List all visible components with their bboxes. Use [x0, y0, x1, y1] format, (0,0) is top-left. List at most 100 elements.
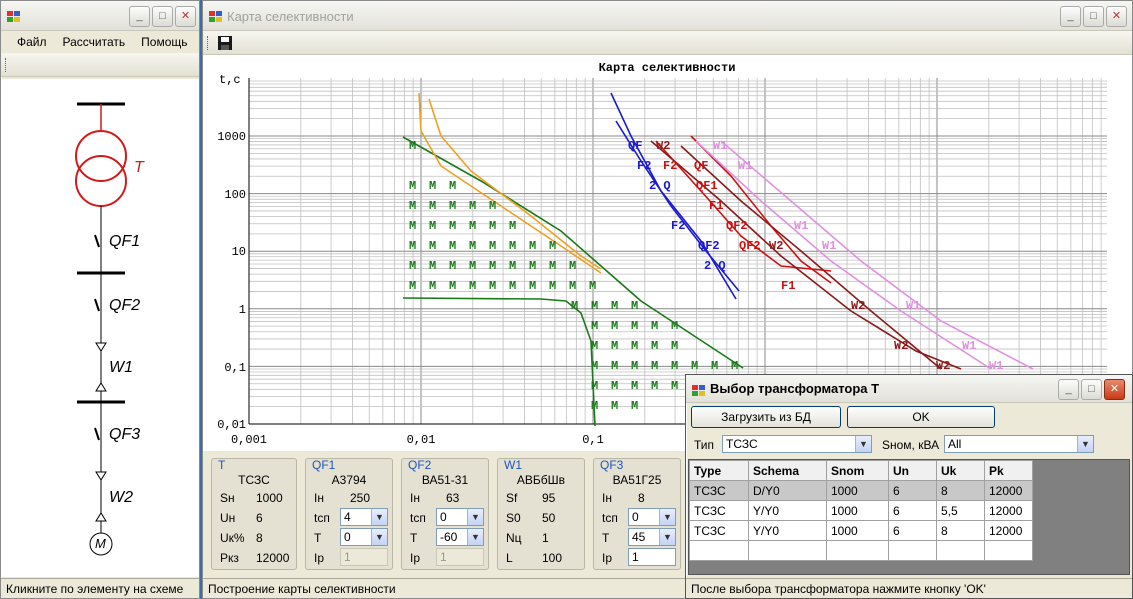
cell-un[interactable]: 6: [888, 520, 937, 541]
curve-label-m: M: [489, 239, 496, 253]
cell-un[interactable]: 6: [888, 500, 937, 521]
cell-pk[interactable]: 12000: [984, 520, 1033, 541]
panel-t[interactable]: T ТСЗС Sн 1000 Uн 6 Uк% 8 Pкз 12000: [211, 458, 297, 570]
cell-empty[interactable]: [826, 540, 889, 561]
save-icon[interactable]: [217, 35, 233, 51]
col-header-type[interactable]: Type: [689, 460, 749, 481]
curve-label-m: M: [409, 259, 416, 273]
close-button[interactable]: ✕: [1104, 379, 1125, 400]
panel-qf1[interactable]: QF1 А3794 Iн 250 tсп 4 ▼ T 0 ▼ Iр 1: [305, 458, 393, 570]
cell-schema[interactable]: Y/Y0: [748, 500, 827, 521]
table-row[interactable]: ТСЗС Y/Y0 1000 6 8 12000: [689, 520, 1033, 541]
table-row[interactable]: ТСЗС Y/Y0 1000 6 5,5 12000: [689, 500, 1033, 521]
w1-nc-label: Nц: [506, 531, 522, 545]
cell-un[interactable]: 6: [888, 480, 937, 501]
curve-label-m: M: [429, 279, 436, 293]
breaker-qf1-symbol[interactable]: [94, 234, 100, 248]
cell-pk[interactable]: 12000: [984, 480, 1033, 501]
dropdown-arrow-icon[interactable]: ▼: [371, 529, 387, 545]
panel-qf3[interactable]: QF3 ВА51Г25 Iн 8 tсп 0 ▼ T 45 ▼ Iр 1: [593, 458, 681, 570]
dropdown-arrow-icon[interactable]: ▼: [855, 436, 871, 452]
type-select[interactable]: ТСЗС ▼: [722, 435, 872, 453]
cell-empty[interactable]: [689, 540, 749, 561]
dropdown-arrow-icon[interactable]: ▼: [467, 529, 483, 545]
maximize-button[interactable]: □: [1083, 6, 1104, 27]
col-header-uk[interactable]: Uk: [936, 460, 985, 481]
dropdown-arrow-icon[interactable]: ▼: [659, 529, 675, 545]
toolbar-grip[interactable]: [207, 36, 210, 50]
cell-type[interactable]: ТСЗС: [689, 500, 749, 521]
col-header-un[interactable]: Un: [888, 460, 937, 481]
maximize-button[interactable]: □: [1081, 379, 1102, 400]
close-button[interactable]: ✕: [175, 6, 196, 27]
curve-label-m: M: [469, 239, 476, 253]
line-w1-symbol-up[interactable]: [95, 382, 107, 392]
transformer-symbol[interactable]: [75, 130, 127, 207]
maximize-button[interactable]: □: [152, 6, 173, 27]
main-window: _ □ ✕ Файл Рассчитать Помощь T QF1 QF2 W…: [0, 0, 200, 599]
menu-calculate[interactable]: Рассчитать: [55, 35, 134, 49]
qf1-tsp-select[interactable]: 4 ▼: [340, 508, 388, 526]
line-w1-symbol-down[interactable]: [95, 342, 107, 352]
qf3-t-select[interactable]: 45 ▼: [628, 528, 676, 546]
load-from-db-button[interactable]: Загрузить из БД: [691, 406, 841, 428]
breaker-qf2-symbol[interactable]: [94, 298, 100, 312]
curve-label-m: M: [429, 239, 436, 253]
cell-empty[interactable]: [748, 540, 827, 561]
cell-schema[interactable]: Y/Y0: [748, 520, 827, 541]
cell-schema[interactable]: D/Y0: [748, 480, 827, 501]
cell-pk[interactable]: 12000: [984, 500, 1033, 521]
panel-qf2[interactable]: QF2 ВА51-31 Iн 63 tсп 0 ▼ T -60 ▼ Iр 1: [401, 458, 489, 570]
cell-snom[interactable]: 1000: [826, 480, 889, 501]
transformer-table[interactable]: Type Schema Snom Un Uk Pk ТСЗС D/Y0 1000 6 8…: [689, 460, 1033, 561]
panel-w1[interactable]: W1 АВБбШв Sf 95 S0 50 Nц 1 L 100: [497, 458, 585, 570]
close-button[interactable]: ✕: [1106, 6, 1127, 27]
curve-label-m: M: [489, 219, 496, 233]
qf1-t-value: 0: [344, 530, 351, 544]
dropdown-arrow-icon[interactable]: ▼: [659, 509, 675, 525]
dialog-titlebar[interactable]: Выбор трансформатора T _ □ ✕: [686, 375, 1132, 403]
minimize-button[interactable]: _: [1058, 379, 1079, 400]
curve-label-m: M: [611, 319, 618, 333]
qf2-tsp-select[interactable]: 0 ▼: [436, 508, 484, 526]
minimize-button[interactable]: _: [129, 6, 150, 27]
cell-snom[interactable]: 1000: [826, 500, 889, 521]
dropdown-arrow-icon[interactable]: ▼: [371, 509, 387, 525]
cell-empty[interactable]: [984, 540, 1033, 561]
breaker-qf3-symbol[interactable]: [94, 427, 100, 441]
dropdown-arrow-icon[interactable]: ▼: [467, 509, 483, 525]
ok-button[interactable]: OK: [847, 406, 995, 428]
qf3-ip-field[interactable]: 1: [628, 548, 676, 566]
y-axis-label: t,c: [219, 73, 241, 87]
cell-snom[interactable]: 1000: [826, 520, 889, 541]
col-header-schema[interactable]: Schema: [748, 460, 827, 481]
menu-help[interactable]: Помощь: [133, 35, 195, 49]
qf3-tsp-select[interactable]: 0 ▼: [628, 508, 676, 526]
cell-type[interactable]: ТСЗС: [689, 520, 749, 541]
col-header-pk[interactable]: Pk: [984, 460, 1033, 481]
minimize-button[interactable]: _: [1060, 6, 1081, 27]
cell-empty[interactable]: [936, 540, 985, 561]
menu-file[interactable]: Файл: [9, 35, 55, 49]
cell-type[interactable]: ТСЗС: [689, 480, 749, 501]
svg-text:QF: QF: [628, 139, 642, 153]
cell-uk[interactable]: 8: [936, 520, 985, 541]
dropdown-arrow-icon[interactable]: ▼: [1077, 436, 1093, 452]
map-titlebar[interactable]: Карта селективности _ □ ✕: [203, 1, 1132, 31]
snom-select[interactable]: All ▼: [944, 435, 1094, 453]
line-w2-symbol-down[interactable]: [95, 471, 107, 481]
cell-uk[interactable]: 5,5: [936, 500, 985, 521]
table-row[interactable]: ТСЗС D/Y0 1000 6 8 12000: [689, 480, 1033, 501]
qf2-t-select[interactable]: -60 ▼: [436, 528, 484, 546]
toolbar-grip[interactable]: [5, 58, 8, 72]
col-header-snom[interactable]: Snom: [826, 460, 889, 481]
svg-text:W2: W2: [851, 299, 865, 313]
qf1-t-select[interactable]: 0 ▼: [340, 528, 388, 546]
line-w2-symbol-up[interactable]: [95, 512, 107, 522]
table-row-new[interactable]: [689, 540, 1033, 561]
cell-empty[interactable]: [888, 540, 937, 561]
t-sn-value: 1000: [256, 491, 283, 505]
main-titlebar[interactable]: _ □ ✕: [1, 1, 199, 31]
curve-w1-violet-left: [695, 140, 992, 370]
cell-uk[interactable]: 8: [936, 480, 985, 501]
